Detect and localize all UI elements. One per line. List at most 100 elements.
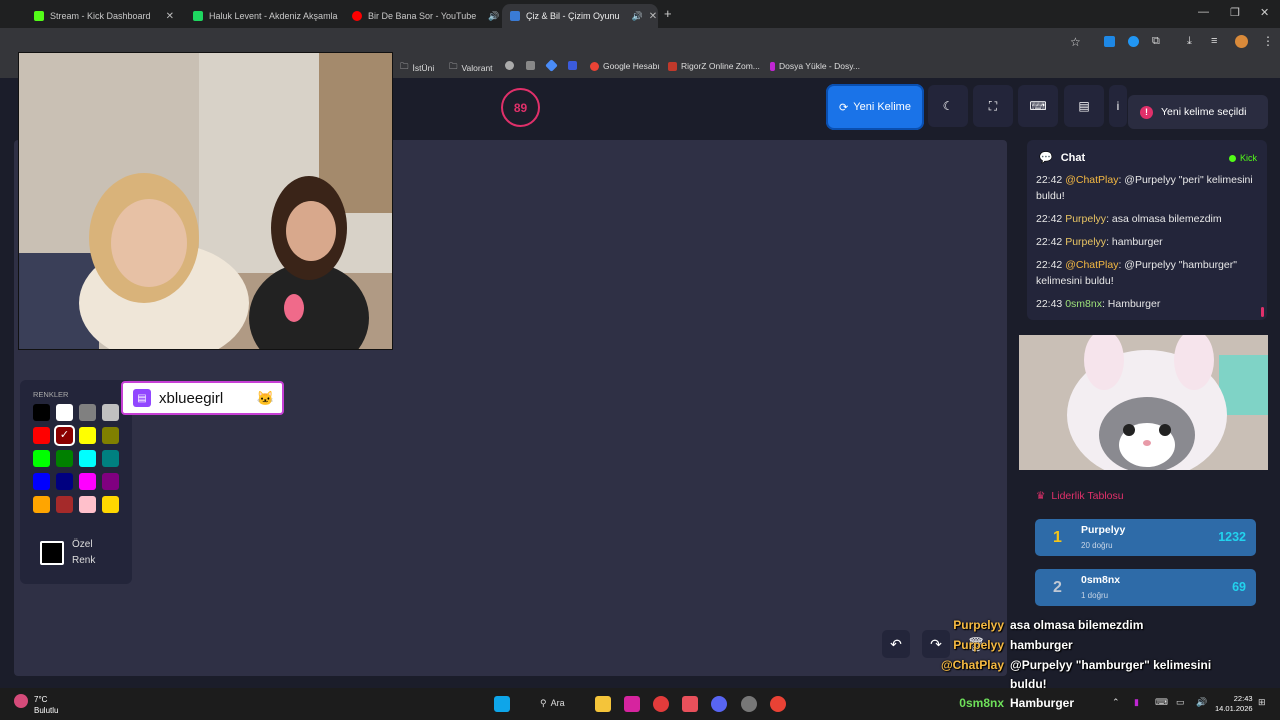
tab-haluk-levent[interactable]: Haluk Levent - Akdeniz Akşamla ✕ xyxy=(185,4,340,28)
puzzle-icon[interactable]: ⧉ xyxy=(1152,35,1160,48)
color-swatch[interactable] xyxy=(102,427,119,444)
scrollbar-thumb[interactable] xyxy=(1261,307,1264,317)
custom-label-2: Renk xyxy=(72,555,96,566)
avatar[interactable] xyxy=(1235,35,1248,48)
close-icon[interactable]: ✕ xyxy=(166,11,174,22)
color-swatch[interactable] xyxy=(79,450,96,467)
folder-icon: 🗀 xyxy=(449,61,458,71)
close-icon[interactable]: ✕ xyxy=(649,11,657,22)
overlay-message: @ChatPlay @Purpelyy "hamburger" kelimesin… xyxy=(940,658,1212,672)
color-swatch[interactable] xyxy=(79,404,96,421)
chat-message: 22:43 0sm8nx: Hamburger xyxy=(1036,298,1161,310)
chat-messages: 22:42 @ChatPlay: @Purpelyy "peri" kelime… xyxy=(1036,172,1262,319)
leaderboard-row: 1 Purpelyy 20 doğru 1232 xyxy=(1035,519,1256,556)
color-swatch[interactable] xyxy=(102,404,119,421)
tab-label: Haluk Levent - Akdeniz Akşamla xyxy=(209,11,338,21)
color-swatch[interactable]: ✓ xyxy=(54,425,75,446)
app-icon[interactable] xyxy=(682,696,698,712)
chat-icon: 💬 xyxy=(1039,152,1053,164)
network-icon[interactable]: ▭ xyxy=(1176,697,1185,708)
bookmark-icon-3[interactable] xyxy=(545,59,558,72)
new-word-button[interactable]: ⟳ Yeni Kelime xyxy=(826,84,924,130)
speaker-icon[interactable]: 🔊 xyxy=(632,11,643,22)
bookmark-icon-2[interactable] xyxy=(526,61,535,70)
minimize-icon[interactable]: — xyxy=(1198,6,1209,18)
instagram-icon[interactable] xyxy=(624,696,640,712)
tab-ciz-bil[interactable]: Çiz & Bil - Çizim Oyunu 🔊 ✕ xyxy=(502,4,658,28)
keyboard-tray-icon[interactable]: ⌨ xyxy=(1155,697,1168,708)
moon-icon: ☾ xyxy=(942,99,954,113)
chat-message: 22:42 @ChatPlay: @Purpelyy "hamburger" k… xyxy=(1036,259,1237,287)
taskbar-search[interactable]: ⚲ Ara xyxy=(540,698,565,709)
microphone-icon[interactable]: ▮ xyxy=(1134,697,1139,708)
star-icon[interactable]: ☆ xyxy=(1070,35,1081,49)
bookmark-google[interactable]: Google Hesabı xyxy=(590,61,660,71)
extension-icon[interactable] xyxy=(1128,36,1139,47)
microphone-icon xyxy=(770,61,775,71)
color-swatch[interactable] xyxy=(33,496,50,513)
dark-mode-button[interactable]: ☾ xyxy=(928,85,968,127)
file-explorer-icon[interactable] xyxy=(595,696,611,712)
app-icon[interactable] xyxy=(653,696,669,712)
streamer-name: xblueegirl xyxy=(159,389,224,407)
weather-widget[interactable]: 7°C Bulutlu xyxy=(34,694,58,716)
keyboard-button[interactable]: ⌨ xyxy=(1018,85,1058,127)
color-swatch[interactable] xyxy=(102,473,119,490)
color-swatch[interactable] xyxy=(33,473,50,490)
spotify-icon xyxy=(193,11,203,21)
search-icon: ⚲ xyxy=(540,698,547,708)
bookmark-rigorz[interactable]: RigorZ Online Zom... xyxy=(668,61,760,71)
color-swatch[interactable] xyxy=(102,450,119,467)
bookmark-valorant[interactable]: 🗀 Valorant xyxy=(449,61,493,75)
speaker-icon[interactable]: 🔊 xyxy=(488,11,499,22)
color-swatch[interactable] xyxy=(102,496,119,513)
archive-button[interactable]: ▤ xyxy=(1064,85,1104,127)
color-swatch[interactable] xyxy=(33,427,50,444)
color-swatch[interactable] xyxy=(56,404,73,421)
color-swatch[interactable] xyxy=(56,473,73,490)
chrome-icon[interactable] xyxy=(770,696,786,712)
info-button[interactable]: i xyxy=(1109,85,1127,127)
menu-icon[interactable]: ⋮ xyxy=(1262,34,1274,48)
color-swatch[interactable] xyxy=(33,450,50,467)
bookmark-icon-1[interactable] xyxy=(505,61,514,70)
bookmark-istuni[interactable]: 🗀 İstÜni xyxy=(400,61,434,75)
chevron-up-icon[interactable]: ⌃ xyxy=(1112,697,1120,708)
color-swatch[interactable] xyxy=(33,404,50,421)
color-swatch[interactable] xyxy=(56,496,73,513)
discord-icon[interactable] xyxy=(711,696,727,712)
chat-title: Chat xyxy=(1060,151,1086,164)
kick-icon xyxy=(34,11,44,21)
color-swatch[interactable] xyxy=(56,450,73,467)
color-swatch[interactable] xyxy=(79,496,96,513)
extension-icon[interactable] xyxy=(1104,36,1115,47)
bookmark-icon-4[interactable] xyxy=(568,61,577,70)
webcam-feed xyxy=(18,52,393,350)
round-timer: 89 xyxy=(501,88,540,127)
bookmark-dosya[interactable]: Dosya Yükle - Dosy... xyxy=(770,61,860,71)
color-swatch[interactable] xyxy=(79,427,96,444)
new-tab-icon[interactable]: + xyxy=(664,6,672,21)
maximize-icon[interactable]: ❐ xyxy=(1230,6,1240,19)
windows-taskbar: 7°C Bulutlu ⚲ Ara 0sm8nx Hamburger ⌃ ▮ ⌨ ▭… xyxy=(0,688,1280,720)
clock[interactable]: 22:43 14.01.2026 xyxy=(1215,694,1253,714)
archive-icon: ▤ xyxy=(1078,99,1090,113)
download-icon[interactable]: ⤓ xyxy=(1187,35,1192,48)
tab-kick-dashboard[interactable]: Stream - Kick Dashboard ✕ xyxy=(26,4,182,28)
google-icon xyxy=(590,61,599,71)
notification-icon[interactable]: ⊞ xyxy=(1258,697,1266,708)
window-close-icon[interactable]: ✕ xyxy=(1260,6,1269,19)
weather-icon[interactable] xyxy=(14,694,28,708)
obs-icon[interactable] xyxy=(741,696,757,712)
chat-message: 22:42 @ChatPlay: @Purpelyy "peri" kelime… xyxy=(1036,174,1253,202)
tab-youtube[interactable]: Bir De Bana Sor - YouTube 🔊 ✕ xyxy=(344,4,499,28)
color-swatch[interactable] xyxy=(79,473,96,490)
leaderboard-title: ♛ Liderlik Tablosu xyxy=(1036,490,1124,502)
reading-list-icon[interactable]: ≡ xyxy=(1211,35,1217,47)
tab-label: Stream - Kick Dashboard xyxy=(50,11,151,21)
volume-icon[interactable]: 🔊 xyxy=(1196,697,1207,708)
undo-button[interactable]: ↶ xyxy=(882,630,910,658)
windows-start-icon[interactable] xyxy=(494,696,510,712)
fullscreen-button[interactable]: ⛶ xyxy=(973,85,1013,127)
custom-color-button[interactable]: Özel Renk xyxy=(40,537,95,569)
